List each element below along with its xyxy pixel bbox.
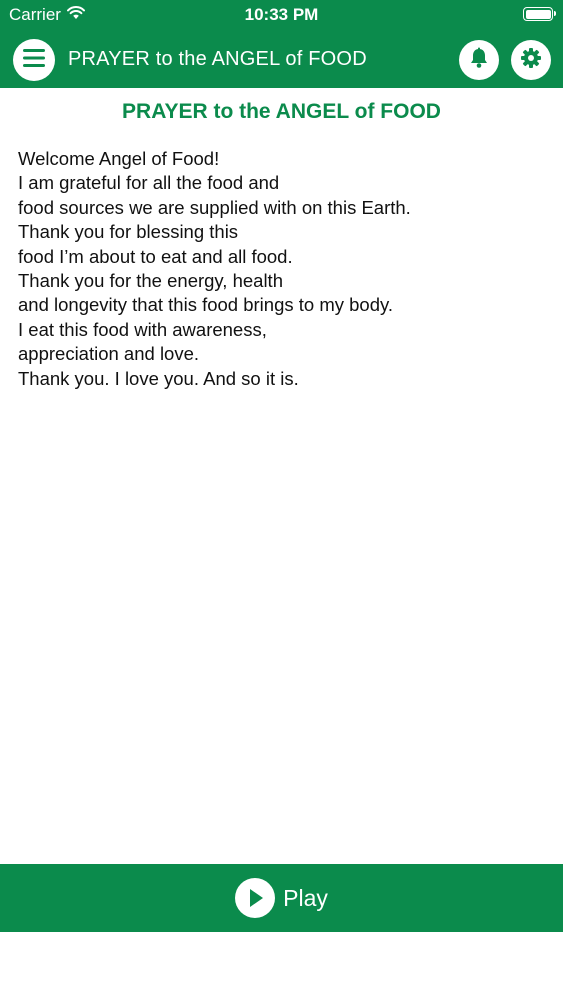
play-icon (235, 878, 276, 918)
bell-icon (469, 47, 489, 74)
prayer-text: Welcome Angel of Food! I am grateful for… (18, 147, 548, 391)
player-bar: Play (0, 864, 563, 932)
nav-bar: PRAYER to the ANGEL of FOOD (0, 38, 563, 82)
prayer-line: appreciation and love. (18, 343, 200, 365)
status-time: 10:33 PM (244, 5, 319, 24)
menu-button[interactable] (13, 39, 55, 81)
prayer-line: Thank you for blessing this (18, 221, 239, 243)
prayer-line: food I’m about to eat and all food. (18, 245, 293, 267)
battery-icon (523, 7, 556, 21)
notifications-button[interactable] (459, 40, 499, 80)
hamburger-menu-icon (22, 48, 46, 73)
prayer-line: Thank you for the energy, health (18, 270, 283, 292)
prayer-line: and longevity that this food brings to m… (18, 294, 394, 316)
app-header: Carrier 10:33 PM PRAYER to the ANGEL of … (0, 0, 563, 88)
prayer-line: Thank you. I love you. And so it is. (18, 367, 299, 389)
settings-button[interactable] (511, 40, 551, 80)
prayer-line: food sources we are supplied with on thi… (18, 196, 411, 218)
prayer-line: Welcome Angel of Food! (18, 148, 220, 169)
nav-title: PRAYER to the ANGEL of FOOD (68, 48, 367, 70)
page-title: PRAYER to the ANGEL of FOOD (122, 100, 441, 123)
play-label: Play (283, 884, 328, 911)
gear-icon (520, 47, 542, 74)
play-button[interactable]: Play (235, 878, 328, 918)
battery-fill (525, 9, 551, 19)
prayer-line: I am grateful for all the food and (18, 172, 280, 194)
status-bar: Carrier 10:33 PM (0, 0, 563, 30)
prayer-line: I eat this food with awareness, (18, 318, 267, 340)
